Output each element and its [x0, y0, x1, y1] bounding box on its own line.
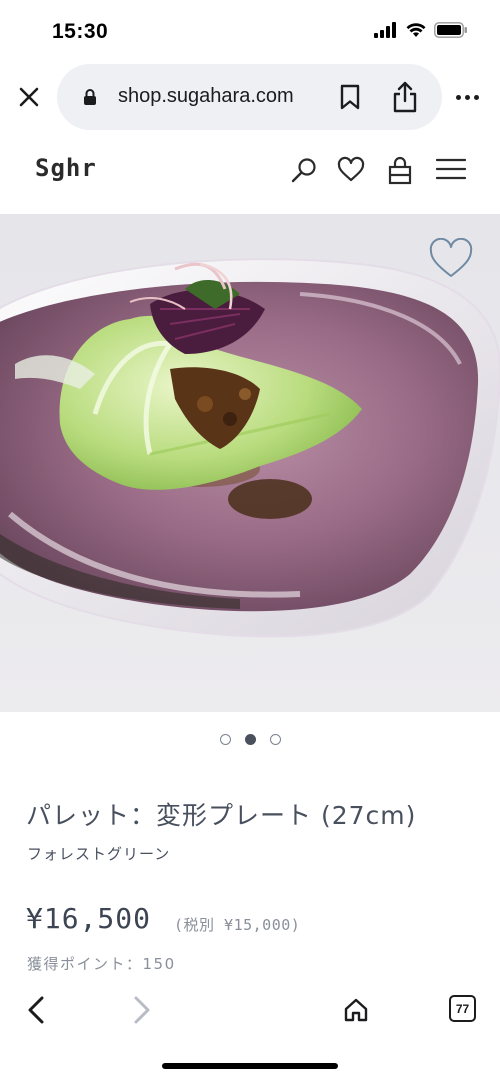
search-button[interactable]: [290, 156, 320, 186]
signal-icon: [374, 22, 396, 38]
lock-icon: [84, 89, 96, 105]
site-header: Sghr: [0, 132, 500, 214]
favorites-button[interactable]: [337, 156, 367, 186]
reward-points: 獲得ポイント：150: [27, 955, 176, 973]
product-variant: フォレストグリーン: [27, 845, 171, 863]
product-photo: [0, 258, 500, 638]
share-button[interactable]: [391, 80, 421, 114]
battery-icon: [434, 22, 467, 38]
favorite-button[interactable]: [428, 237, 474, 280]
cart-button[interactable]: [386, 156, 416, 186]
carousel-dot[interactable]: [219, 734, 231, 745]
hamburger-menu-icon: [435, 158, 467, 180]
back-button[interactable]: [18, 992, 54, 1028]
share-icon: [393, 81, 417, 113]
home-icon: [344, 998, 368, 1022]
status-icons: [374, 22, 468, 38]
home-indicator[interactable]: [162, 1063, 338, 1069]
bookmark-button[interactable]: [339, 84, 365, 112]
forward-button[interactable]: [124, 992, 160, 1028]
product-price: ¥16,500: [26, 902, 152, 935]
heart-outline-icon: [429, 237, 473, 277]
status-time: 15:30: [52, 20, 109, 43]
close-icon: [19, 87, 39, 107]
chevron-left-icon: [28, 996, 44, 1024]
menu-button[interactable]: [435, 156, 467, 186]
site-logo[interactable]: Sghr: [35, 154, 97, 182]
product-price-tax-note: (税別 ¥15,000): [174, 916, 301, 934]
heart-icon: [337, 156, 365, 182]
browser-address-bar: shop.sugahara.com: [0, 62, 500, 132]
product-image[interactable]: [0, 214, 500, 712]
more-icon-dot: [474, 94, 479, 100]
search-icon: [291, 158, 316, 183]
chevron-right-icon: [134, 996, 150, 1024]
bookmark-icon: [340, 84, 360, 110]
tabs-button[interactable]: 77: [449, 995, 476, 1022]
carousel-dot[interactable]: [269, 734, 281, 745]
wifi-icon: [406, 23, 426, 37]
product-title: パレット：変形プレート (27cm): [26, 801, 417, 830]
home-button[interactable]: [338, 992, 374, 1028]
url-field[interactable]: shop.sugahara.com: [57, 64, 442, 130]
status-bar: 15:30: [0, 0, 500, 62]
shopping-bag-icon: [388, 156, 412, 185]
carousel-indicator: [0, 734, 500, 745]
carousel-dot-active[interactable]: [244, 734, 256, 745]
close-button[interactable]: [14, 82, 44, 112]
more-button[interactable]: [456, 87, 484, 107]
url-text: shop.sugahara.com: [118, 85, 294, 107]
more-icon: [456, 94, 461, 100]
more-icon-dot: [465, 94, 470, 100]
